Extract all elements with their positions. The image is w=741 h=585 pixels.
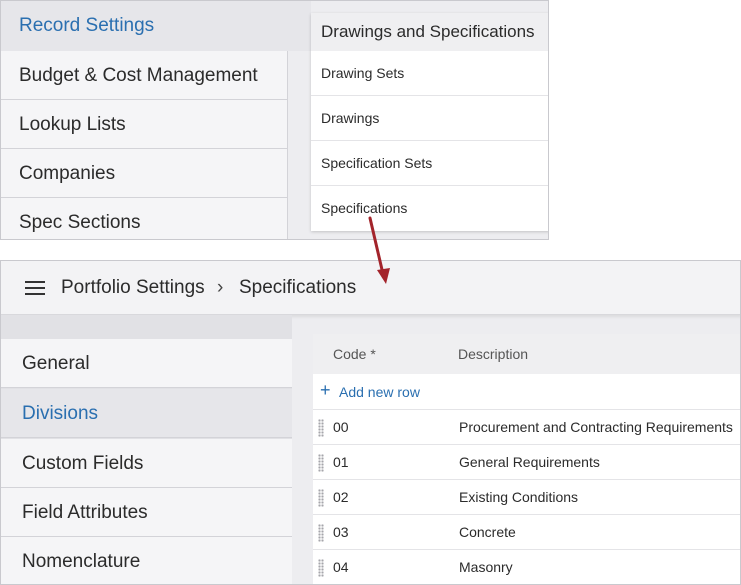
column-header-code[interactable]: Code * bbox=[333, 346, 376, 362]
row-code: 04 bbox=[333, 559, 349, 575]
side-nav-item-field-attributes[interactable]: Field Attributes bbox=[1, 488, 292, 537]
row-code: 02 bbox=[333, 489, 349, 505]
settings-side-nav: General Divisions Custom Fields Field At… bbox=[1, 315, 292, 584]
record-settings-item-lookup-lists[interactable]: Lookup Lists bbox=[1, 100, 288, 149]
table-row[interactable]: 03 Concrete bbox=[313, 514, 740, 549]
side-nav-item-custom-fields[interactable]: Custom Fields bbox=[1, 439, 292, 488]
row-description: Masonry bbox=[459, 559, 513, 575]
record-settings-panel: Record Settings Budget & Cost Management… bbox=[0, 0, 549, 240]
add-new-row-label: Add new row bbox=[339, 384, 420, 400]
menu-item-drawings[interactable]: Drawings bbox=[311, 96, 548, 141]
menu-item-drawing-sets[interactable]: Drawing Sets bbox=[311, 51, 548, 96]
breadcrumb-current: Specifications bbox=[239, 277, 357, 298]
side-nav-item-nomenclature[interactable]: Nomenclature bbox=[1, 537, 292, 584]
row-description: General Requirements bbox=[459, 454, 600, 470]
drag-handle-icon[interactable] bbox=[318, 559, 324, 577]
add-new-row-button[interactable]: + Add new row bbox=[313, 374, 740, 409]
menu-header: Drawings and Specifications bbox=[311, 13, 548, 51]
record-settings-item-budget[interactable]: Budget & Cost Management bbox=[1, 51, 288, 100]
table-row[interactable]: 02 Existing Conditions bbox=[313, 479, 740, 514]
table-row[interactable]: 04 Masonry bbox=[313, 549, 740, 584]
breadcrumb-chevron-icon: › bbox=[217, 277, 224, 298]
row-description: Procurement and Contracting Requirements bbox=[459, 419, 733, 435]
menu-item-specifications[interactable]: Specifications bbox=[311, 186, 548, 231]
breadcrumb-portfolio-settings[interactable]: Portfolio Settings bbox=[61, 277, 205, 299]
record-settings-item-companies[interactable]: Companies bbox=[1, 149, 288, 198]
row-description: Existing Conditions bbox=[459, 489, 579, 505]
drag-handle-icon[interactable] bbox=[318, 454, 324, 472]
drag-handle-icon[interactable] bbox=[318, 524, 324, 542]
drawings-specifications-menu: Drawings and Specifications Drawing Sets… bbox=[311, 13, 548, 231]
side-nav-item-divisions[interactable]: Divisions bbox=[1, 389, 292, 438]
hamburger-menu-icon[interactable] bbox=[25, 281, 45, 295]
record-settings-header[interactable]: Record Settings bbox=[1, 1, 311, 51]
row-code: 03 bbox=[333, 524, 349, 540]
record-settings-list: Budget & Cost Management Lookup Lists Co… bbox=[1, 51, 288, 239]
row-code: 00 bbox=[333, 419, 349, 435]
record-settings-title: Record Settings bbox=[19, 15, 155, 36]
record-settings-item-spec-sections[interactable]: Spec Sections bbox=[1, 198, 288, 239]
row-description: Concrete bbox=[459, 524, 516, 540]
side-nav-item-general[interactable]: General bbox=[1, 339, 292, 388]
drag-handle-icon[interactable] bbox=[318, 419, 324, 437]
menu-item-specification-sets[interactable]: Specification Sets bbox=[311, 141, 548, 186]
divisions-table: Code * Description + Add new row 00 Proc… bbox=[313, 334, 740, 584]
column-header-description[interactable]: Description bbox=[458, 346, 528, 362]
plus-icon: + bbox=[320, 380, 331, 400]
drag-handle-icon[interactable] bbox=[318, 489, 324, 507]
table-row[interactable]: 01 General Requirements bbox=[313, 444, 740, 479]
portfolio-settings-panel: Portfolio Settings › Specifications Gene… bbox=[0, 260, 741, 585]
table-header: Code * Description bbox=[313, 334, 740, 374]
callout-arrow-icon bbox=[368, 216, 390, 284]
row-code: 01 bbox=[333, 454, 349, 470]
table-row[interactable]: 00 Procurement and Contracting Requireme… bbox=[313, 409, 740, 444]
